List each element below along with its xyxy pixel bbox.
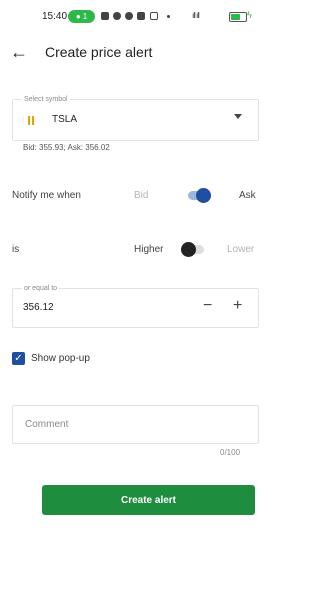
signal-icon: ıll ıll	[192, 11, 200, 20]
bid-ask-quote: Bid: 355.93; Ask: 356.02	[23, 143, 110, 152]
back-arrow-icon[interactable]: ←	[10, 42, 32, 62]
price-input-value[interactable]: 356.12	[23, 302, 54, 313]
battery-icon	[229, 12, 247, 22]
linkedin-icon	[101, 12, 109, 20]
show-popup-label[interactable]: Show pop-up	[31, 353, 90, 364]
status-bar: 15:40 ● 1 ıll ıll ϟ	[0, 0, 269, 34]
status-time: 15:40	[42, 11, 68, 22]
symbol-select[interactable]	[12, 99, 259, 141]
create-alert-button[interactable]: Create alert	[42, 485, 255, 515]
notify-label: Notify me when	[12, 190, 81, 201]
decrement-button[interactable]: −	[203, 298, 212, 314]
notify-option-ask[interactable]: Ask	[239, 190, 256, 201]
whatsapp-icon	[113, 12, 121, 20]
call-badge-count: 1	[82, 12, 88, 21]
person-icon: ●	[75, 12, 81, 21]
increment-button[interactable]: +	[233, 298, 242, 314]
comment-placeholder: Comment	[25, 419, 69, 430]
call-badge: ● 1	[68, 10, 95, 23]
price-input-label: or equal to	[22, 285, 60, 292]
more-dot-icon	[167, 15, 170, 18]
charging-icon: ϟ	[247, 10, 252, 20]
notify-toggle-knob[interactable]	[196, 188, 211, 203]
comment-counter: 0/100	[220, 448, 241, 457]
condition-toggle-knob[interactable]	[181, 242, 196, 257]
dollar-icon	[125, 12, 133, 20]
symbol-value: TSLA	[52, 114, 78, 125]
notify-option-bid[interactable]: Bid	[134, 190, 148, 201]
show-popup-checkbox[interactable]: ✓	[12, 352, 25, 365]
page-title: Create price alert	[45, 44, 153, 60]
condition-option-lower[interactable]: Lower	[227, 244, 254, 255]
condition-label: is	[12, 244, 20, 255]
instagram-icon	[150, 12, 158, 20]
condition-option-higher[interactable]: Higher	[134, 244, 163, 255]
symbol-bars-icon	[28, 116, 35, 125]
symbol-select-label: Select symbol	[22, 96, 70, 103]
mail-icon	[137, 12, 145, 20]
dropdown-caret-icon[interactable]	[234, 114, 242, 119]
